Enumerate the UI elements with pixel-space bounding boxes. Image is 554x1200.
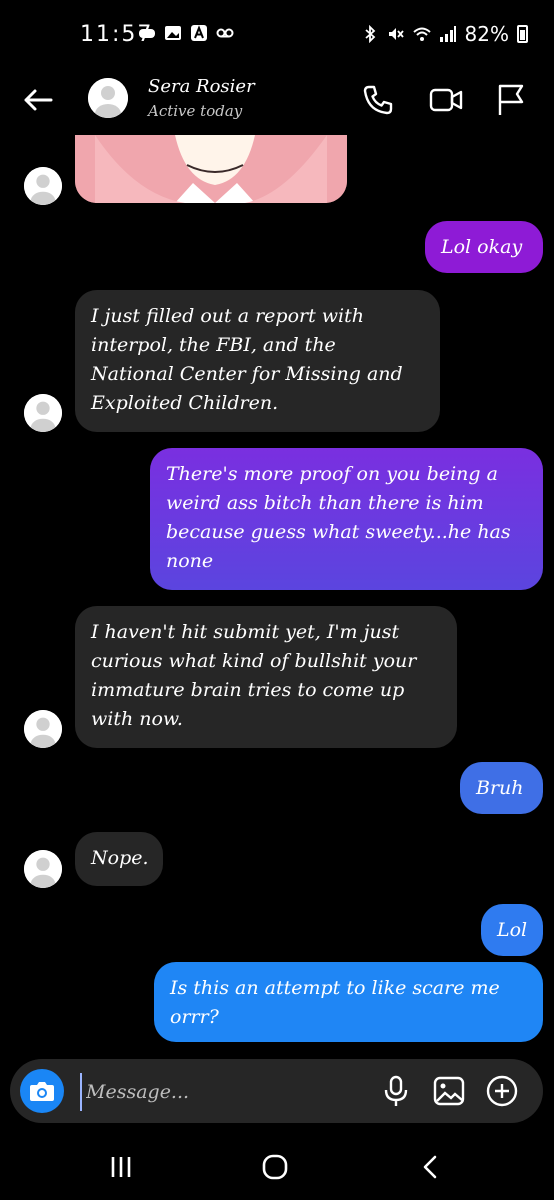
arrow-left-icon[interactable] [20,82,56,118]
contact-status: Active today [148,102,243,120]
sender-avatar[interactable] [24,167,62,205]
chat-header: Sera Rosier Active today [0,60,554,136]
home-icon[interactable] [258,1150,292,1184]
mute-icon [388,28,404,40]
gallery-notification-icon [165,26,181,40]
signal-icon [439,26,456,42]
message-incoming[interactable]: I haven't hit submit yet, I'm just curio… [75,606,457,748]
image-icon[interactable] [431,1073,467,1109]
shared-image[interactable] [75,135,347,203]
wifi-icon [412,27,431,41]
message-outgoing[interactable]: Lol okay [425,221,543,273]
flag-icon[interactable] [492,82,528,118]
battery-percent: 82% [464,22,509,46]
sender-avatar[interactable] [24,394,62,432]
sender-avatar[interactable] [24,850,62,888]
microphone-icon[interactable] [378,1073,414,1109]
message-composer [10,1059,543,1123]
contact-name[interactable]: Sera Rosier [148,76,255,97]
message-incoming[interactable]: Nope. [75,832,163,886]
app-a-icon [191,25,207,41]
recent-apps-icon[interactable] [104,1150,138,1184]
message-input[interactable] [80,1073,368,1111]
message-outgoing[interactable]: There's more proof on you being a weird … [150,448,543,590]
message-outgoing[interactable]: Lol [481,904,543,956]
message-outgoing[interactable]: Bruh [460,762,543,814]
anime-character-image [75,135,347,203]
back-nav-icon[interactable] [414,1150,448,1184]
game-controller-icon [139,29,155,38]
status-bar: 11:57 82% [0,0,554,60]
voicemail-icon [216,28,234,38]
system-icons: 82% [361,22,528,46]
message-outgoing[interactable]: Is this an attempt to like scare me orrr… [154,962,543,1042]
camera-icon [30,1082,54,1101]
video-camera-icon[interactable] [428,82,464,118]
contact-avatar[interactable] [88,78,128,118]
battery-icon [517,25,528,43]
phone-icon[interactable] [360,82,396,118]
bluetooth-icon [364,25,375,43]
notification-icons [138,24,234,42]
plus-circle-icon[interactable] [484,1073,520,1109]
message-incoming[interactable]: I just filled out a report with interpol… [75,290,440,432]
system-navigation-bar [0,1130,554,1200]
sender-avatar[interactable] [24,710,62,748]
camera-button[interactable] [20,1069,64,1113]
